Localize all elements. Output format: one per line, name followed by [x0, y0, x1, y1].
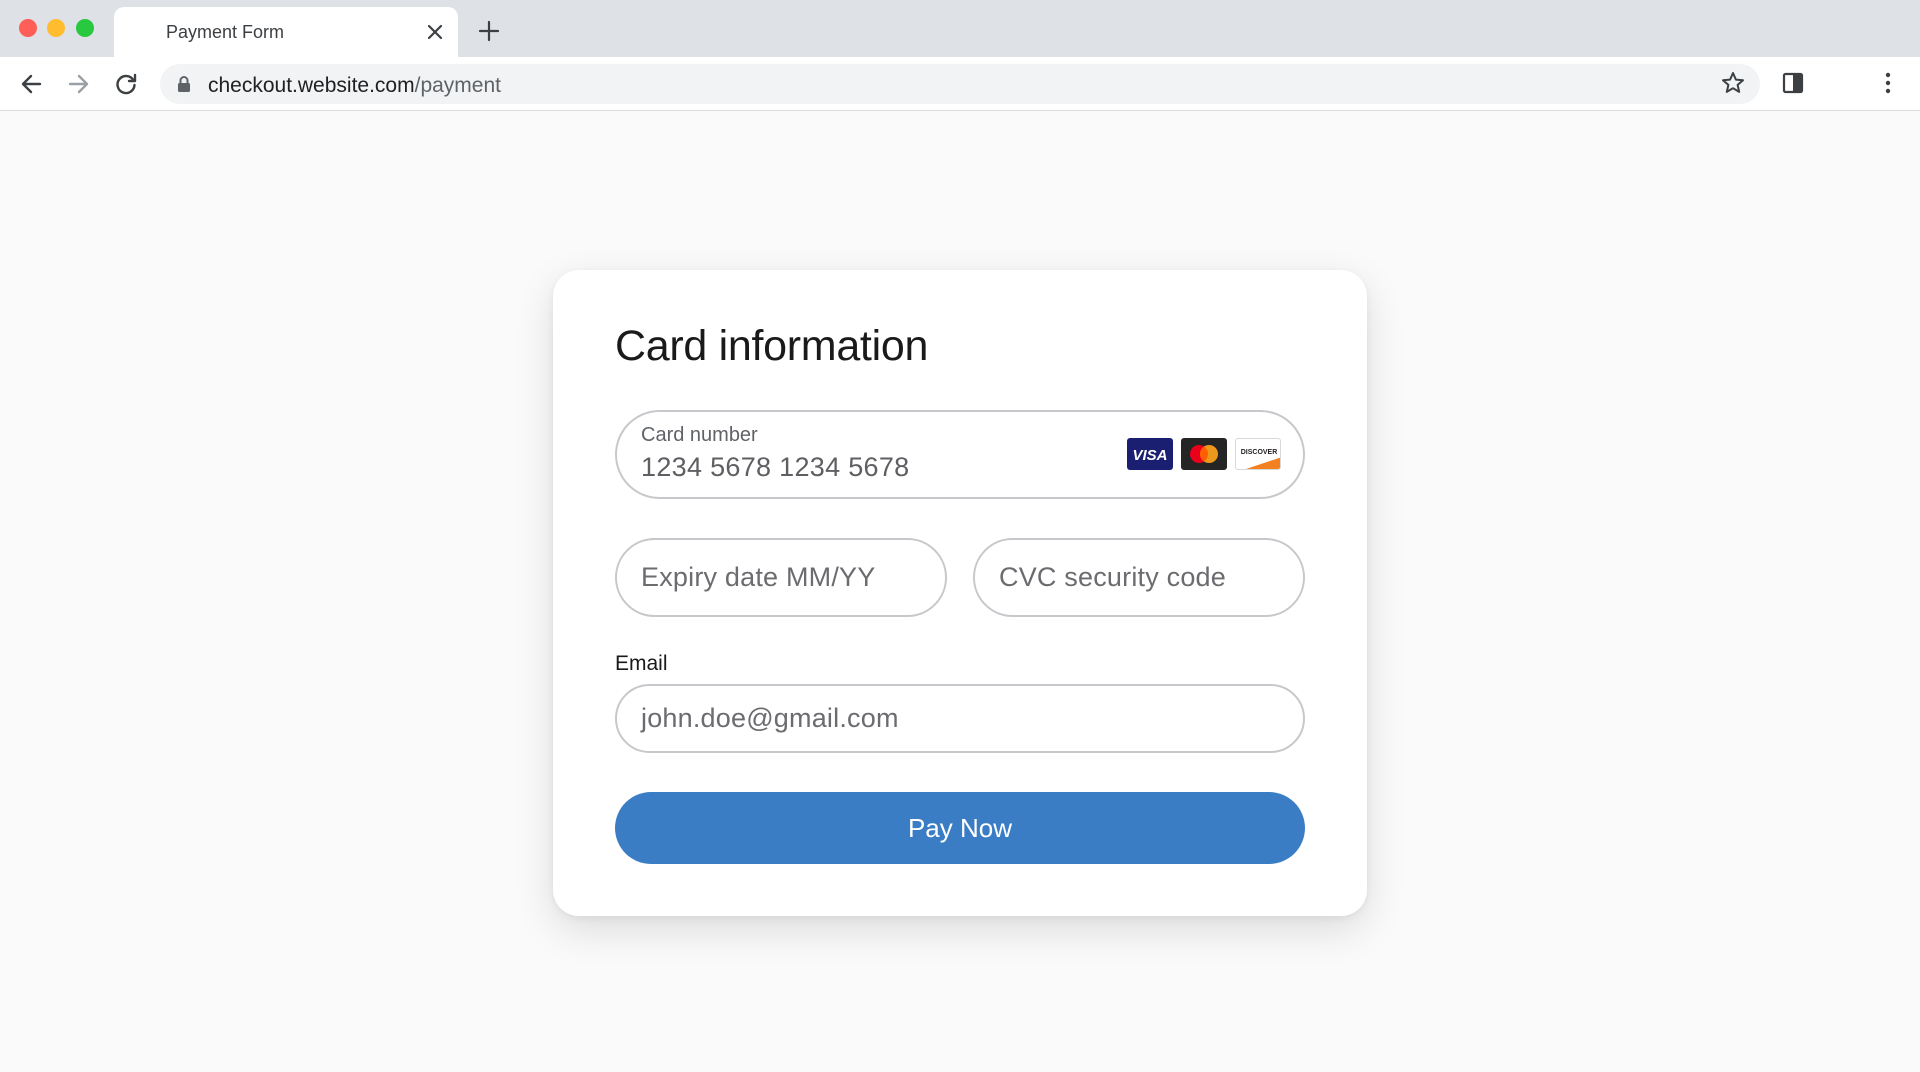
arrow-right-icon[interactable] [64, 70, 92, 98]
cvc-input[interactable]: CVC security code [973, 538, 1305, 617]
window-minimize-button[interactable] [47, 19, 65, 37]
address-bar[interactable]: checkout.website.com/payment [160, 64, 1760, 104]
arrow-left-icon[interactable] [18, 70, 46, 98]
star-icon[interactable] [1720, 70, 1746, 96]
window-maximize-button[interactable] [76, 19, 94, 37]
close-icon[interactable] [424, 21, 446, 43]
svg-text:DISCOVER: DISCOVER [1241, 449, 1278, 456]
page-title: Card information [615, 322, 929, 370]
browser-tab-bar: Payment Form [0, 0, 1920, 57]
plus-icon[interactable] [477, 19, 501, 43]
url-host: checkout.website.com [208, 74, 415, 97]
card-number-value[interactable]: 1234 5678 1234 5678 [641, 452, 909, 483]
card-number-label: Card number [641, 424, 758, 446]
lock-icon[interactable] [175, 75, 193, 93]
payment-card: Card information Card number 1234 5678 1… [553, 270, 1367, 916]
reload-icon[interactable] [112, 70, 140, 98]
url-path: /payment [414, 74, 501, 97]
browser-toolbar: checkout.website.com/payment [0, 57, 1920, 111]
url-text[interactable]: checkout.website.com/payment [208, 74, 501, 98]
browser-tab-active[interactable]: Payment Form [114, 7, 458, 57]
side-panel-icon[interactable] [1780, 70, 1806, 96]
email-placeholder: john.doe@gmail.com [641, 703, 899, 733]
discover-logo-icon: DISCOVER [1235, 438, 1281, 470]
email-label: Email [615, 652, 668, 675]
email-input[interactable]: john.doe@gmail.com [615, 684, 1305, 753]
expiry-date-input[interactable]: Expiry date MM/YY [615, 538, 947, 617]
expiry-placeholder: Expiry date MM/YY [641, 562, 876, 592]
pay-now-button[interactable]: Pay Now [615, 792, 1305, 864]
visa-logo-icon: VISA [1127, 438, 1173, 470]
kebab-menu-icon[interactable] [1876, 70, 1900, 96]
card-brand-logos: VISA DISCOVER [1127, 438, 1281, 470]
card-number-field[interactable]: Card number 1234 5678 1234 5678 VISA DIS… [615, 410, 1305, 499]
mastercard-logo-icon [1181, 438, 1227, 470]
tab-title: Payment Form [166, 22, 285, 42]
window-close-button[interactable] [19, 19, 37, 37]
cvc-placeholder: CVC security code [999, 562, 1226, 592]
svg-text:VISA: VISA [1132, 447, 1167, 464]
